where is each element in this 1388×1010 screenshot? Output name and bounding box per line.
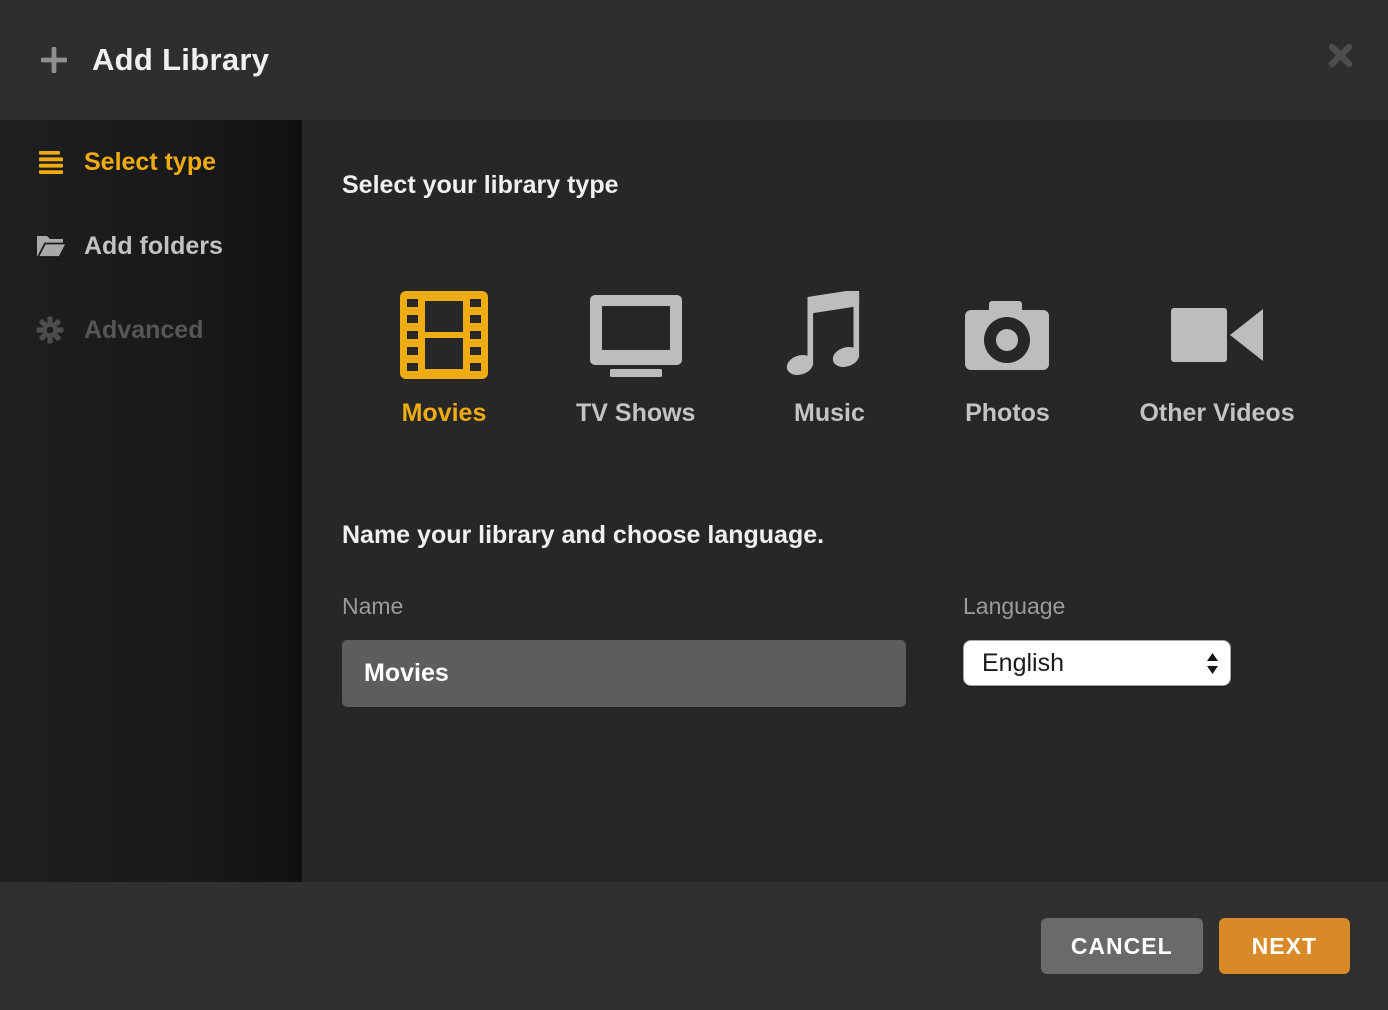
library-type-label: Other Videos <box>1139 398 1294 428</box>
language-selected-value: English <box>982 649 1064 678</box>
library-type-tv-shows[interactable]: TV Shows <box>576 290 695 428</box>
name-field-group: Name <box>342 592 906 707</box>
name-section-title: Name your library and choose language. <box>342 520 1388 550</box>
video-camera-icon <box>1169 290 1265 380</box>
gear-icon <box>36 316 70 344</box>
dialog-body: Select type Add folders <box>0 120 1388 882</box>
library-type-label: Movies <box>402 398 487 428</box>
library-type-photos[interactable]: Photos <box>963 290 1051 428</box>
music-notes-icon <box>783 290 875 380</box>
sidebar-item-label: Select type <box>84 148 216 177</box>
sidebar-item-label: Add folders <box>84 232 223 261</box>
dialog-title: Add Library <box>92 42 269 78</box>
library-type-other-videos[interactable]: Other Videos <box>1139 290 1294 428</box>
library-type-label: Photos <box>965 398 1050 428</box>
camera-icon <box>963 290 1051 380</box>
wizard-steps-sidebar: Select type Add folders <box>0 120 302 882</box>
dialog-main: Select your library type <box>302 120 1388 882</box>
select-spinner-icon <box>1205 650 1220 677</box>
library-type-movies[interactable]: Movies <box>400 290 488 428</box>
add-library-dialog: Add Library Select type <box>0 0 1388 1010</box>
list-lines-icon <box>36 148 70 176</box>
cancel-button[interactable]: CANCEL <box>1041 918 1203 974</box>
next-button[interactable]: NEXT <box>1219 918 1350 974</box>
type-section-title: Select your library type <box>342 170 1388 200</box>
library-type-music[interactable]: Music <box>783 290 875 428</box>
language-field-label: Language <box>963 592 1231 620</box>
name-field-label: Name <box>342 592 906 620</box>
open-folder-icon <box>36 232 70 260</box>
sidebar-item-select-type[interactable]: Select type <box>0 120 302 204</box>
library-name-input[interactable] <box>342 640 906 707</box>
close-icon[interactable] <box>1327 42 1354 69</box>
library-type-label: Music <box>794 398 865 428</box>
library-type-label: TV Shows <box>576 398 695 428</box>
name-language-form: Name Language English <box>342 592 1388 707</box>
sidebar-item-label: Advanced <box>84 316 203 345</box>
sidebar-item-add-folders[interactable]: Add folders <box>0 204 302 288</box>
dialog-footer: CANCEL NEXT <box>0 882 1388 1010</box>
sidebar-item-advanced: Advanced <box>0 288 302 372</box>
tv-monitor-icon <box>588 290 684 380</box>
dialog-header: Add Library <box>0 0 1388 120</box>
film-strip-icon <box>400 290 488 380</box>
language-field-group: Language English <box>963 592 1231 707</box>
plus-icon <box>40 46 68 74</box>
language-select[interactable]: English <box>963 640 1231 686</box>
library-type-row: Movies TV Shows <box>400 290 1388 428</box>
